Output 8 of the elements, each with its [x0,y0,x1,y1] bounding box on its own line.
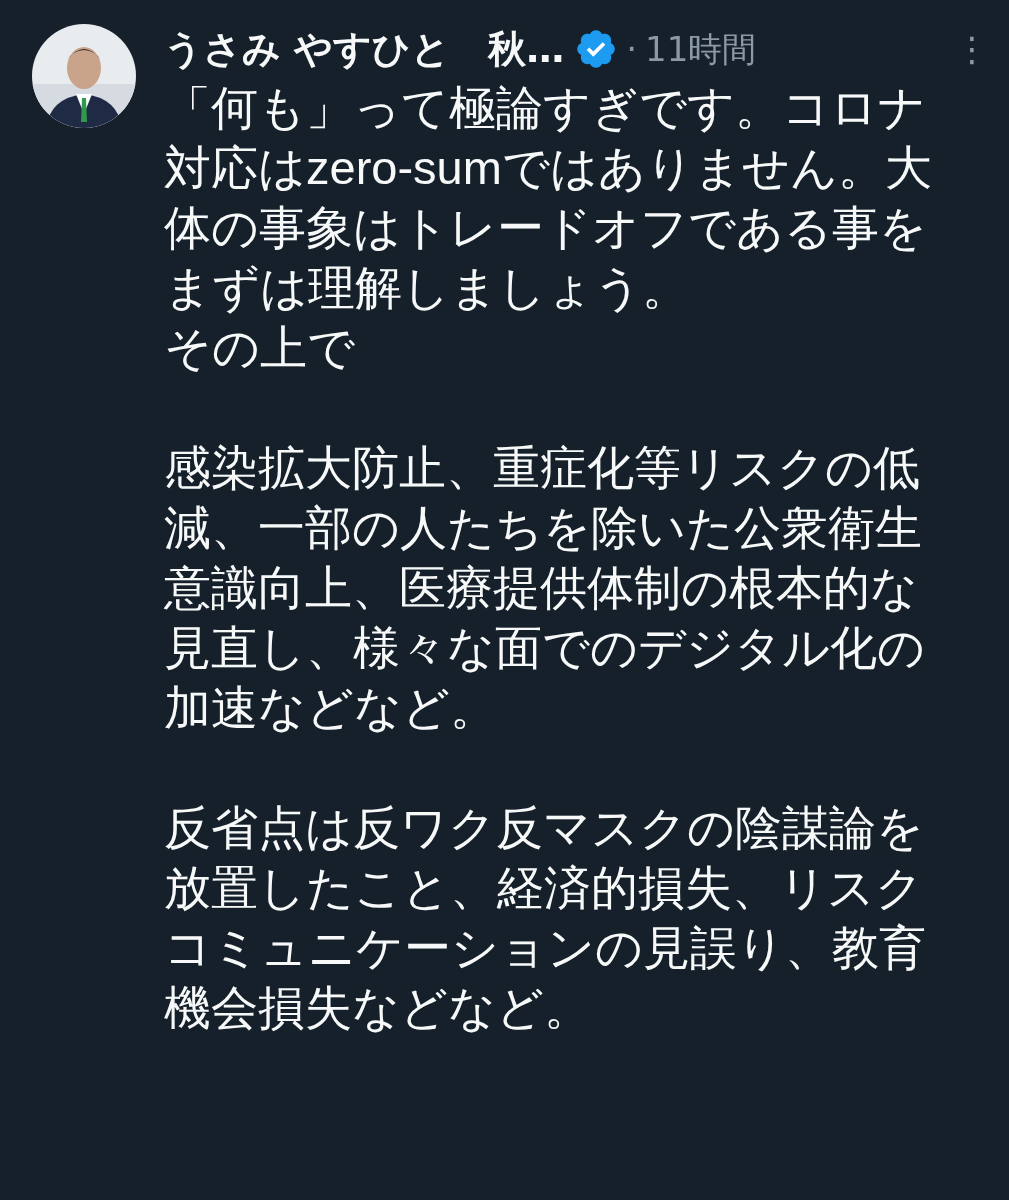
tweet-text: その上で [164,320,356,376]
separator: · [626,27,638,71]
author-name[interactable]: うさみ やすひと 秋… [164,20,565,78]
tweet-text: 感染拡大防止、重症化等リスクの低減、一部の人たちを除いた公衆衛生意識向上、医療提供体制の根本的な見直し、様々な面でのデジタル化の加速などなど。 [164,440,926,736]
timestamp[interactable]: 11時間 [645,23,757,75]
tweet-text: 反省点は反ワク反マスクの陰謀論を放置したこと、経済的損失、リスクコミュニケーションの見誤り、教育機会損失などなど。 [164,800,927,1036]
tweet-text: 「何も」って極論すぎです。コロナ対応はzero-sumではありません。大体の事象はトレードオフである事をまずは理解しましょう。 [164,80,933,316]
more-options-icon[interactable]: ⋮ [955,23,989,75]
